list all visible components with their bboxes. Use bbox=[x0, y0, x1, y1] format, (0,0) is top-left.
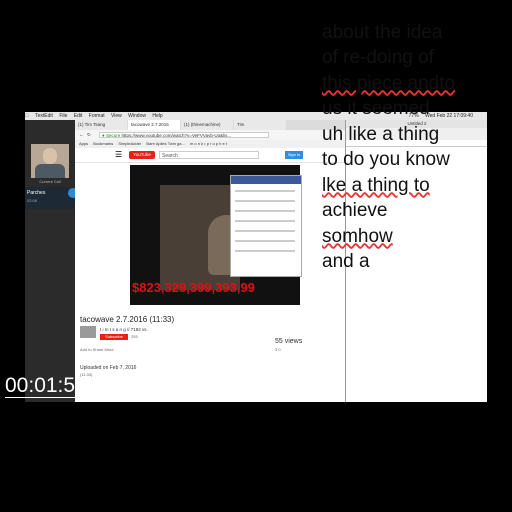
call-panel: Current Call Parches 02:06 bbox=[25, 120, 75, 402]
menu-help[interactable]: Help bbox=[152, 113, 162, 119]
editor-line: uh like a thing bbox=[322, 123, 440, 145]
menu-window[interactable]: Window bbox=[128, 113, 146, 119]
feed-line bbox=[235, 250, 295, 252]
video-title: tacowave 2.7.2016 (11:33) bbox=[80, 315, 175, 324]
browser-window: (1) Tim Tsang tacowave 2.7.2016 (1) (thine… bbox=[75, 120, 345, 402]
lock-icon: ● bbox=[102, 133, 105, 138]
subscribe-button[interactable]: Subscribe bbox=[100, 334, 128, 340]
editor-line: about the idea bbox=[322, 21, 443, 43]
secure-label: Secure bbox=[105, 133, 121, 138]
editor-line: achieve bbox=[322, 200, 388, 221]
menu-file[interactable]: File bbox=[59, 113, 67, 119]
editor-line: us it seemed bbox=[322, 98, 430, 119]
timecode-underline bbox=[5, 397, 125, 398]
feed-line bbox=[235, 200, 295, 202]
avatar-body bbox=[35, 164, 65, 178]
channel-name[interactable]: t i m t s a n g // 7182 vs. bbox=[100, 327, 148, 332]
tab-tim-tsang[interactable]: (1) Tim Tsang bbox=[75, 120, 127, 130]
feed-line bbox=[235, 220, 295, 222]
tab-thinemachine[interactable]: (1) (thinemachine) bbox=[181, 120, 233, 130]
address-bar: ← ↻ ● Secure https://www.youtube.com/wat… bbox=[75, 130, 345, 140]
sign-in-button[interactable]: Sign in bbox=[285, 151, 303, 159]
bookmark-monk-prophet[interactable]: m o n k • p r o p h e t bbox=[190, 141, 227, 146]
editor-line: lke a thing to bbox=[322, 174, 430, 196]
bookmark-bare-aplies[interactable]: Bare Aplies Twin ga... bbox=[146, 141, 184, 146]
call-duration: 02:06 bbox=[27, 198, 38, 203]
browser-tab-bar: (1) Tim Tsang tacowave 2.7.2016 (1) (thine… bbox=[75, 120, 345, 130]
menu-view[interactable]: View bbox=[111, 113, 122, 119]
editor-line: of re-doing of bbox=[322, 47, 434, 68]
search-input[interactable]: Search bbox=[159, 151, 259, 159]
feed-line bbox=[235, 210, 295, 212]
caller-avatar bbox=[31, 144, 69, 178]
editor-line: somhow bbox=[322, 225, 393, 247]
video-player[interactable]: $823,329,399,393,99 bbox=[130, 165, 302, 305]
youtube-logo[interactable]: YouTube bbox=[129, 151, 155, 159]
youtube-header: ☰ YouTube Search Sign in bbox=[75, 148, 345, 163]
money-counter: $823,329,399,393,99 bbox=[132, 280, 255, 295]
facebook-bar bbox=[231, 176, 301, 184]
menu-app[interactable]: TextEdit bbox=[35, 113, 53, 119]
url-text: https://www.youtube.com/watch?v=VeFVVayb… bbox=[121, 133, 232, 138]
bookmark-apps[interactable]: Apps bbox=[79, 141, 88, 146]
bookmark-simpleadder[interactable]: SimpleAdder bbox=[118, 141, 141, 146]
menu-edit[interactable]: Edit bbox=[74, 113, 83, 119]
editor-line: this piece andto bbox=[322, 72, 456, 94]
caller-name: Parches bbox=[27, 190, 46, 196]
feed-line bbox=[235, 240, 295, 242]
apple-icon[interactable]:  bbox=[25, 113, 29, 119]
hamburger-menu-icon[interactable]: ☰ bbox=[115, 150, 122, 159]
current-call-label: Current Call bbox=[39, 179, 61, 184]
editor-line: and a bbox=[322, 251, 370, 272]
upload-date: Uploaded on Feb 7, 2016 bbox=[80, 365, 137, 371]
timecode: 00:01:58;04 bbox=[5, 374, 116, 397]
bookmarks-bar: Apps Bookmarks SimpleAdder Bare Aplies T… bbox=[75, 140, 345, 148]
feed-line bbox=[235, 230, 295, 232]
avatar-head bbox=[43, 148, 57, 164]
bookmark-bookmarks[interactable]: Bookmarks bbox=[93, 141, 113, 146]
tab-tim[interactable]: Tim bbox=[234, 120, 286, 130]
video-frame bbox=[160, 185, 248, 290]
facebook-window-overlay bbox=[230, 175, 302, 277]
editor-document-text[interactable]: about the idea of re-doing of this piece… bbox=[322, 22, 492, 275]
view-count: 55 views bbox=[275, 338, 303, 345]
feed-line bbox=[235, 190, 295, 192]
video-actions[interactable]: Add to Share More bbox=[80, 347, 114, 352]
menu-format[interactable]: Format bbox=[89, 113, 105, 119]
like-dislike-counts[interactable]: 3 0 bbox=[275, 347, 281, 352]
url-field[interactable]: ● Secure https://www.youtube.com/watch?v… bbox=[99, 132, 269, 138]
subscriber-count: 255 bbox=[131, 334, 138, 339]
reload-icon[interactable]: ↻ bbox=[87, 130, 91, 140]
channel-avatar[interactable] bbox=[80, 326, 96, 338]
editor-line: to do you know bbox=[322, 149, 450, 170]
tab-tacowave[interactable]: tacowave 2.7.2016 bbox=[128, 120, 180, 130]
back-icon[interactable]: ← bbox=[79, 130, 84, 140]
